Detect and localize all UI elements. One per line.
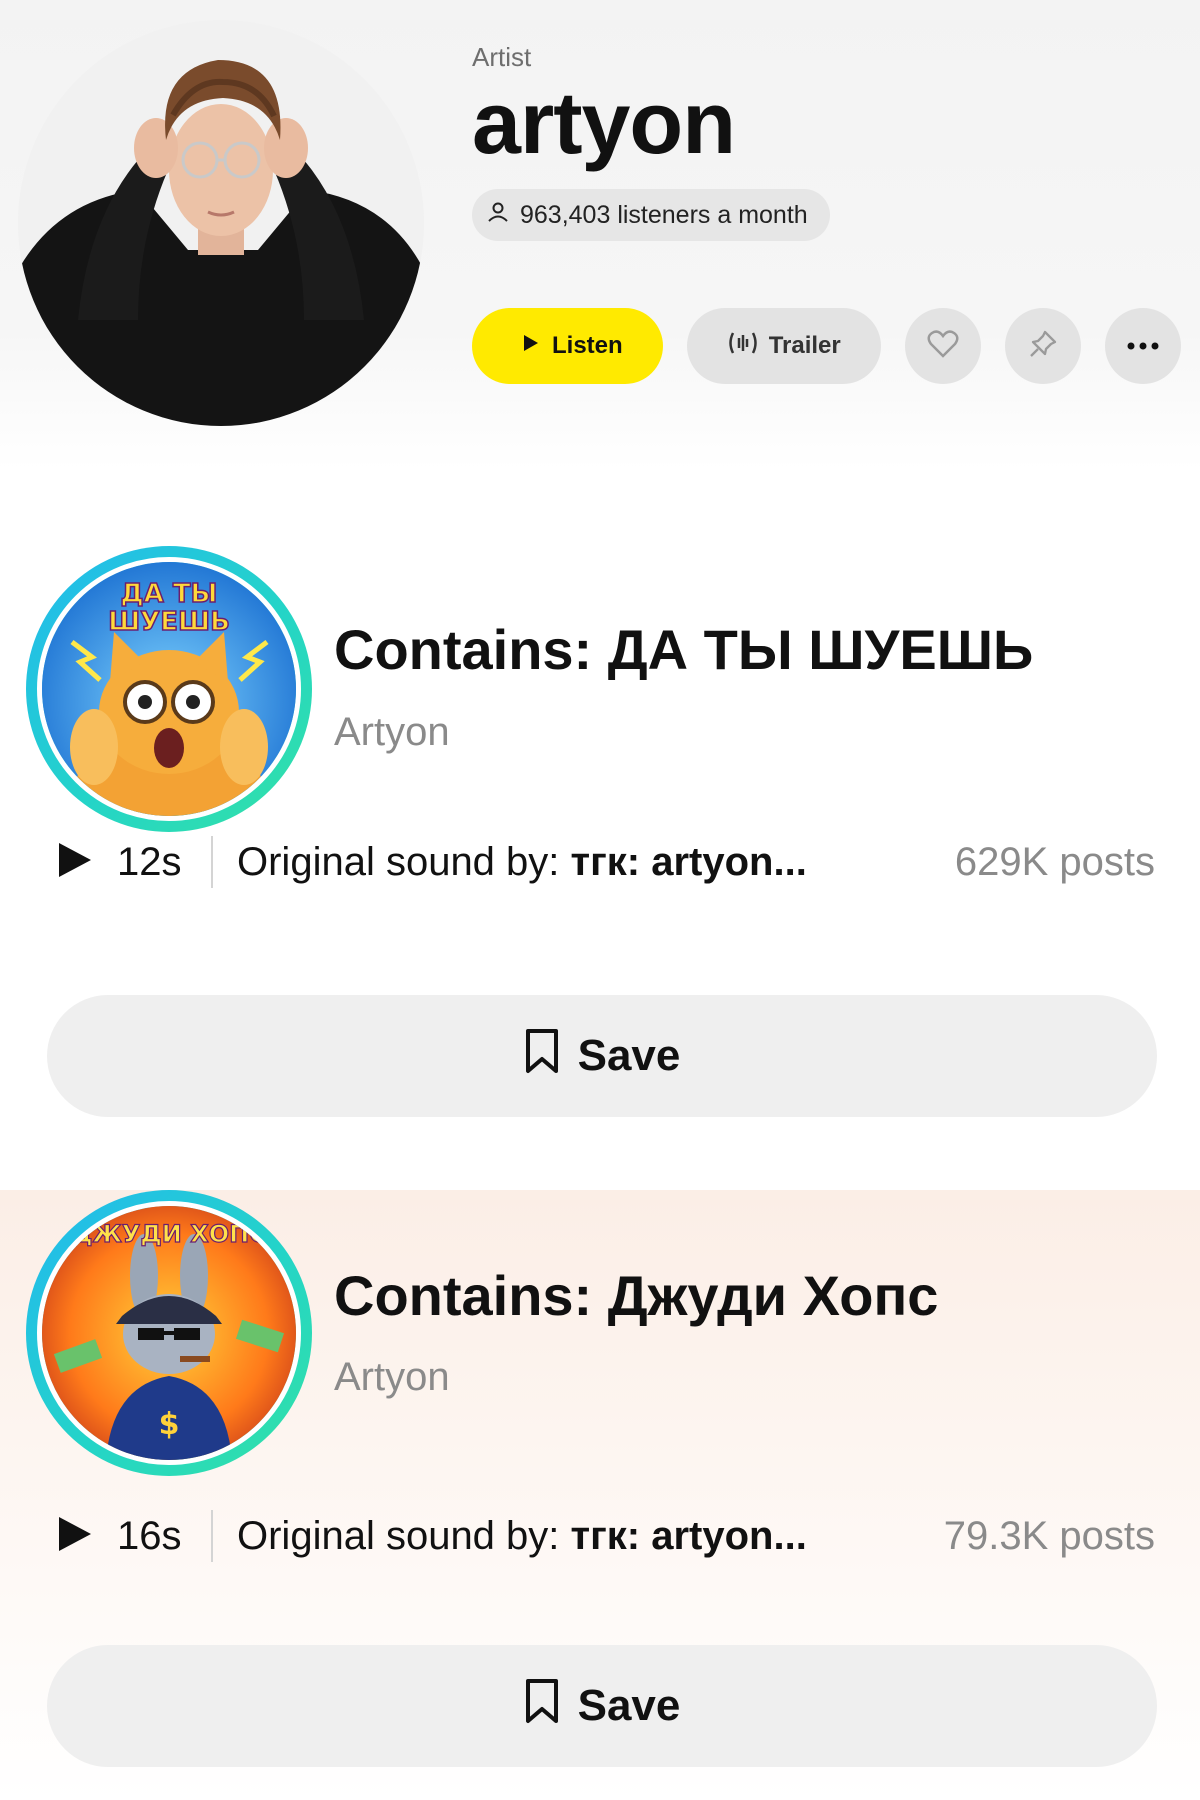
posts-count: 629K posts xyxy=(954,839,1155,884)
artist-header: Artist artyon 963,403 listeners a month … xyxy=(0,0,1200,470)
heart-icon xyxy=(927,329,959,364)
sound-cover[interactable]: $ ДЖУДИ ХОПС xyxy=(26,1190,312,1476)
waveform-icon xyxy=(727,329,759,364)
sound-artist-link[interactable]: Artyon xyxy=(334,710,450,755)
divider xyxy=(211,836,213,888)
svg-text:ДЖУДИ ХОПС: ДЖУДИ ХОПС xyxy=(71,1220,267,1248)
play-preview-button[interactable] xyxy=(55,840,99,884)
sound-card: ДА ТЫ ШУЕШЬ Contains: ДА ТЫ ШУЕШЬ Artyon… xyxy=(0,470,1200,1190)
divider xyxy=(211,1510,213,1562)
more-icon xyxy=(1127,337,1159,355)
original-sound-prefix: Original sound by: xyxy=(237,839,571,884)
listen-button[interactable]: Listen xyxy=(472,308,663,384)
save-button[interactable]: Save xyxy=(47,995,1157,1117)
bookmark-icon xyxy=(524,1028,560,1085)
pin-icon xyxy=(1028,329,1058,364)
posts-count: 79.3K posts xyxy=(943,1513,1155,1558)
sound-title: Contains: ДА ТЫ ШУЕШЬ xyxy=(334,618,1034,681)
original-sound-prefix: Original sound by: xyxy=(237,1513,571,1558)
sound-cover[interactable]: ДА ТЫ ШУЕШЬ xyxy=(26,546,312,832)
sound-meta-row: 16s Original sound by: тгк: artyon... 79… xyxy=(55,1506,1155,1566)
original-sound-link[interactable]: Original sound by: тгк: artyon... xyxy=(237,840,807,885)
pin-button[interactable] xyxy=(1004,308,1081,384)
svg-text:ДА ТЫ: ДА ТЫ xyxy=(120,579,217,609)
cat-cover-art: ДА ТЫ ШУЕШЬ xyxy=(42,562,296,816)
save-button-label: Save xyxy=(577,1681,681,1730)
listen-button-label: Listen xyxy=(552,332,623,359)
user-icon xyxy=(486,200,510,231)
sound-duration: 12s xyxy=(117,839,182,884)
rabbit-cover-art: $ ДЖУДИ ХОПС xyxy=(42,1206,296,1460)
play-preview-button[interactable] xyxy=(55,1514,99,1558)
artist-type-label: Artist xyxy=(472,42,532,72)
save-button[interactable]: Save xyxy=(47,1645,1157,1767)
artist-name: artyon xyxy=(472,73,736,172)
original-sound-link[interactable]: Original sound by: тгк: artyon... xyxy=(237,1514,807,1559)
artist-actions: Listen Trailer xyxy=(472,308,1181,384)
artist-avatar[interactable] xyxy=(18,20,424,426)
like-button[interactable] xyxy=(904,308,981,384)
svg-text:ШУЕШЬ: ШУЕШЬ xyxy=(108,607,230,637)
original-sound-author: тгк: artyon... xyxy=(570,1513,807,1558)
artist-meta: Artist artyon 963,403 listeners a month xyxy=(472,42,830,241)
original-sound-author: тгк: artyon... xyxy=(570,839,807,884)
trailer-button-label: Trailer xyxy=(768,332,841,359)
sound-title: Contains: Джуди Хопс xyxy=(334,1264,939,1327)
more-options-button[interactable] xyxy=(1104,308,1181,384)
sound-meta-row: 12s Original sound by: тгк: artyon... 62… xyxy=(55,832,1155,892)
play-icon xyxy=(520,332,540,360)
listeners-badge: 963,403 listeners a month xyxy=(472,189,830,241)
svg-text:$: $ xyxy=(159,1407,180,1442)
trailer-button[interactable]: Trailer xyxy=(686,308,881,384)
sound-artist-link[interactable]: Artyon xyxy=(334,1355,450,1400)
play-icon xyxy=(55,840,95,885)
play-icon xyxy=(55,1514,95,1559)
sound-card: $ ДЖУДИ ХОПС Contains: Джуди Хопс Artyon… xyxy=(0,1190,1200,1800)
save-button-label: Save xyxy=(577,1031,681,1080)
bookmark-icon xyxy=(524,1678,560,1735)
sound-duration: 16s xyxy=(117,1513,182,1558)
artist-photo xyxy=(18,20,424,426)
listeners-count: 963,403 listeners a month xyxy=(520,200,808,229)
